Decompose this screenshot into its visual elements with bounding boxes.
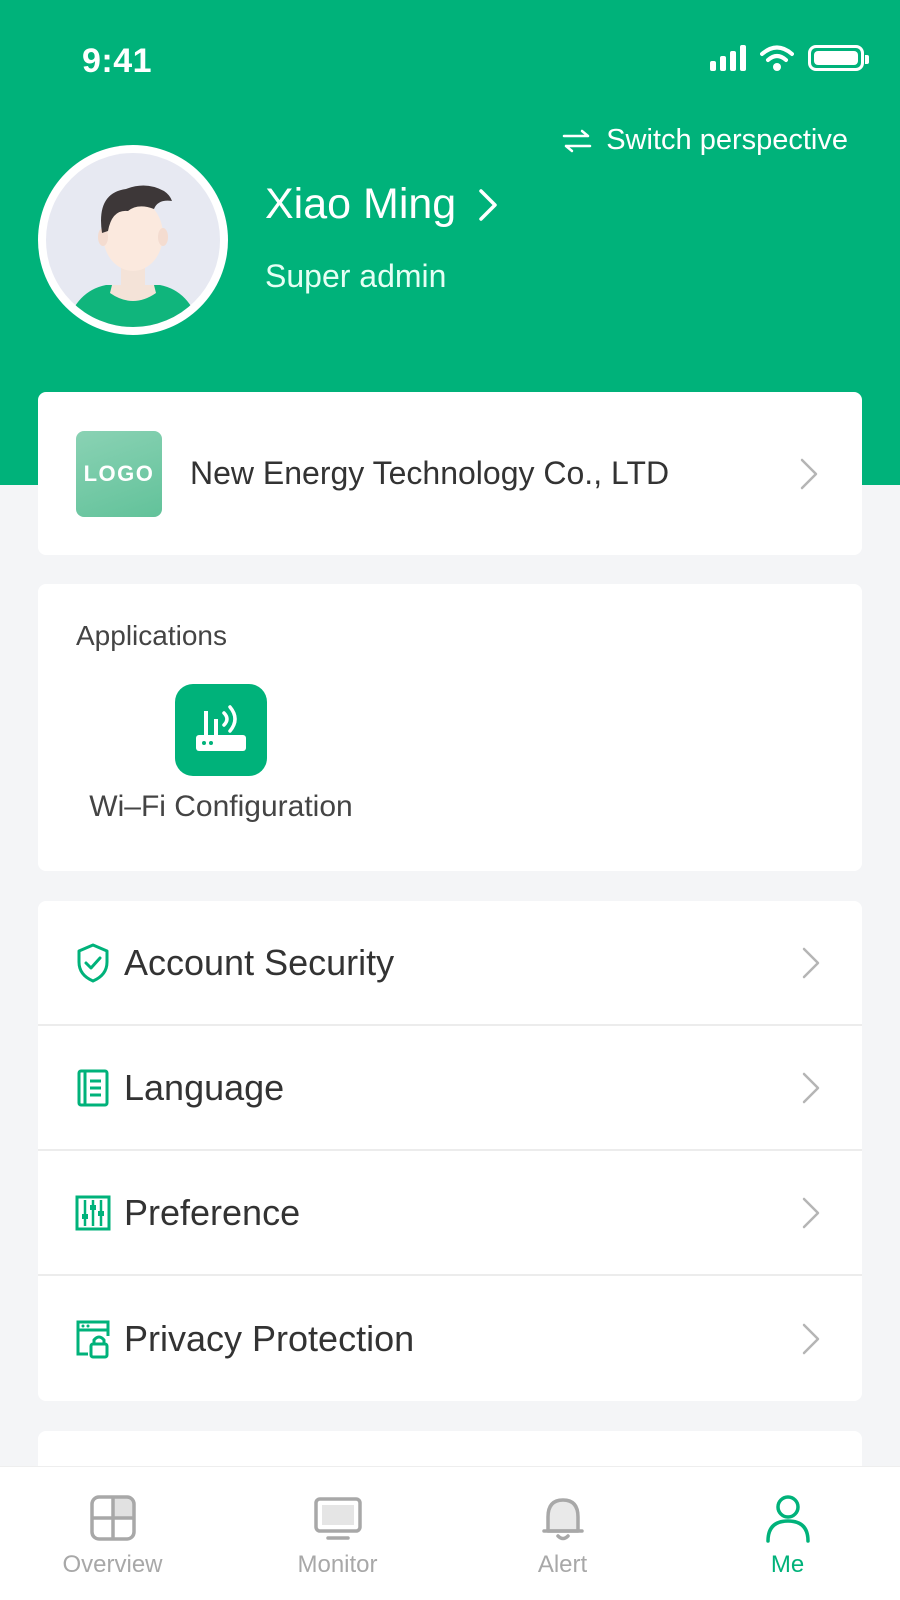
- app-label: Wi–Fi Configuration: [89, 790, 353, 823]
- settings-list: Account Security Language Preference Pri…: [38, 901, 862, 1401]
- tab-alert[interactable]: Alert: [450, 1467, 675, 1600]
- profile-link[interactable]: Xiao Ming: [265, 180, 498, 229]
- status-icons: [710, 44, 869, 72]
- tab-label: Me: [770, 1551, 805, 1578]
- overview-icon: [89, 1495, 136, 1541]
- user-role: Super admin: [265, 258, 447, 294]
- applications-card: Applications Wi–Fi Configuration: [38, 584, 862, 871]
- status-bar: 9:41: [0, 0, 900, 120]
- tab-label: Overview: [62, 1551, 163, 1578]
- chevron-right-icon: [796, 1193, 826, 1233]
- sliders-icon: [74, 1191, 112, 1235]
- person-icon: [765, 1495, 810, 1543]
- company-name: New Energy Technology Co., LTD: [190, 455, 670, 491]
- avatar[interactable]: [38, 145, 228, 335]
- company-card[interactable]: LOGO New Energy Technology Co., LTD: [38, 392, 862, 555]
- switch-perspective-button[interactable]: Switch perspective: [562, 124, 848, 157]
- monitor-icon: [313, 1497, 362, 1540]
- tab-me[interactable]: Me: [675, 1467, 900, 1600]
- lock-window-icon: [74, 1317, 112, 1361]
- settings-item-privacy-protection[interactable]: Privacy Protection: [38, 1276, 862, 1401]
- chevron-right-icon: [479, 188, 497, 221]
- settings-item-label: Privacy Protection: [124, 1317, 415, 1359]
- settings-item-label: Language: [124, 1066, 285, 1108]
- bell-icon: [541, 1498, 584, 1541]
- cellular-signal-icon: [710, 45, 746, 71]
- applications-title: Applications: [76, 620, 227, 651]
- switch-perspective-label: Switch perspective: [606, 124, 848, 156]
- status-time: 9:41: [82, 42, 153, 80]
- swap-arrows-icon: [562, 129, 592, 152]
- user-name: Xiao Ming: [265, 180, 457, 228]
- settings-item-label: Account Security: [124, 941, 395, 983]
- tab-overview[interactable]: Overview: [0, 1467, 225, 1600]
- chevron-right-icon: [794, 454, 824, 494]
- settings-item-language[interactable]: Language: [38, 1026, 862, 1151]
- chevron-right-icon: [796, 943, 826, 983]
- settings-item-label: Preference: [124, 1191, 301, 1233]
- router-wifi-icon: [175, 684, 267, 776]
- tab-bar: Overview Monitor Alert Me: [0, 1466, 900, 1600]
- shield-check-icon: [74, 941, 112, 985]
- company-logo: LOGO: [76, 430, 162, 517]
- battery-icon: [808, 45, 869, 71]
- chevron-right-icon: [796, 1068, 826, 1108]
- settings-item-preference[interactable]: Preference: [38, 1151, 862, 1276]
- app-wifi-configuration[interactable]: Wi–Fi Configuration: [71, 684, 371, 824]
- avatar-image: [46, 153, 220, 327]
- me-screen: 9:41 Switch perspective Xiao Ming Super …: [0, 0, 900, 1600]
- tab-label: Monitor: [297, 1551, 378, 1578]
- chevron-right-icon: [796, 1319, 826, 1359]
- tab-label: Alert: [537, 1551, 588, 1578]
- tab-monitor[interactable]: Monitor: [225, 1467, 450, 1600]
- settings-item-account-security[interactable]: Account Security: [38, 901, 862, 1026]
- wifi-icon: [760, 45, 794, 71]
- book-icon: [74, 1066, 112, 1110]
